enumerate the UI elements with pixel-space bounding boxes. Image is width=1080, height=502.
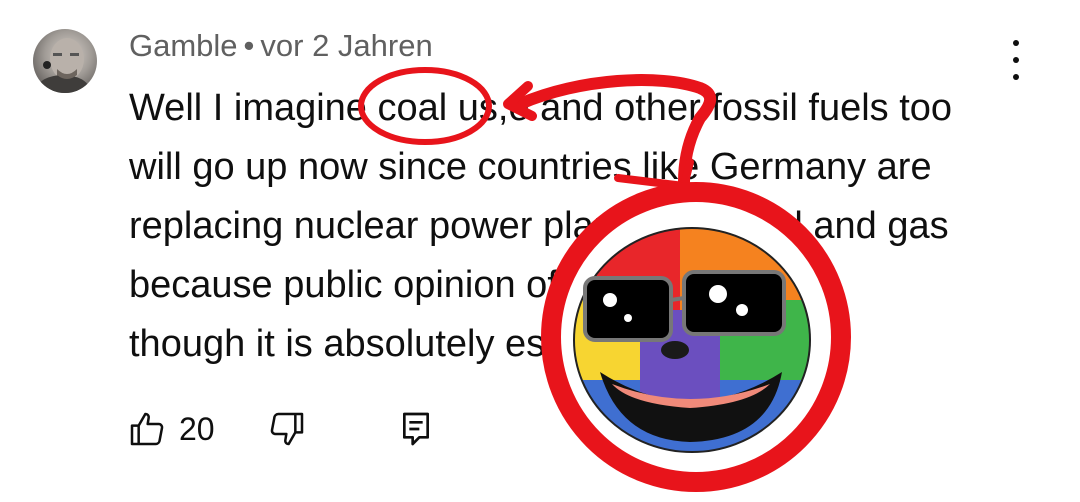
dislike-button[interactable] (267, 409, 307, 449)
reply-comment-icon (402, 412, 429, 446)
comment-line: Well I imagine coal us,e and other fossi… (129, 87, 953, 129)
comment-time: vor 2 Jahren (260, 28, 433, 63)
comment-card: Gamble • vor 2 Jahren Well I imagine coal … (0, 0, 1080, 502)
thumbs-down-icon (270, 412, 303, 446)
comment-text: Well I imagine coal us,e and other fossi… (129, 79, 1029, 374)
more-vertical-icon[interactable] (1004, 40, 1028, 80)
meta-separator: • (243, 28, 255, 63)
author-name[interactable]: Gamble (129, 28, 238, 63)
like-count: 20 (179, 410, 215, 447)
comment-meta: Gamble • vor 2 Jahren (129, 28, 433, 64)
like-button[interactable]: 20 (127, 409, 215, 449)
comment-actions: 20 (127, 404, 433, 454)
avatar[interactable] (33, 29, 97, 93)
comment-line: replacing nuclear power plants with coal… (129, 205, 949, 247)
thumbs-up-icon (130, 412, 164, 446)
comment-line: though it is absolutely es (129, 323, 546, 365)
comment-line: because public opinion of it is bad even (129, 264, 793, 306)
avatar-image (37, 38, 89, 93)
comment-line: will go up now since countries like Germ… (129, 146, 932, 188)
reply-button[interactable] (399, 409, 433, 449)
